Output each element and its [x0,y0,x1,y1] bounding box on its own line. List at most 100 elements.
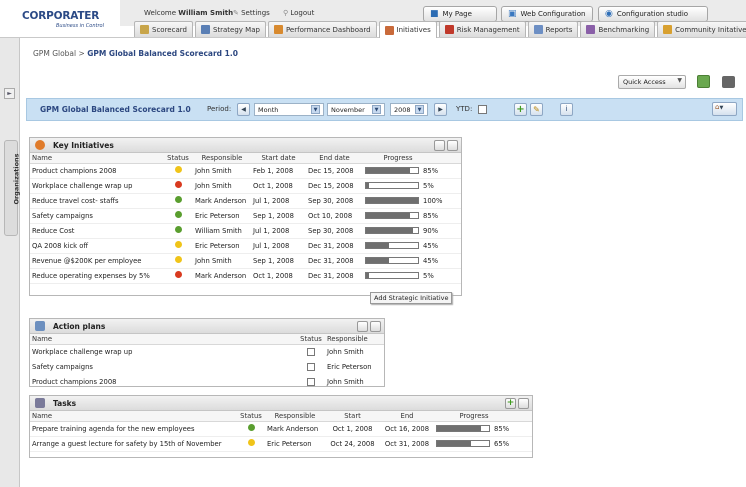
table-row[interactable]: Reduce Cost William Smith Jul 1, 2008 Sep 3… [30,223,461,239]
table-row[interactable]: Revenue @$200K per employee John Smith Sep… [30,253,461,269]
status-red-icon [174,271,182,278]
prev-period-button[interactable]: ◀ [237,103,250,116]
ytd-checkbox[interactable] [478,105,487,114]
progress-fill [366,228,413,233]
status-checkbox[interactable] [307,377,315,386]
excel-export-icon[interactable] [697,75,710,88]
tab-risk-management[interactable]: Risk Management [438,21,526,37]
edit-icon[interactable] [370,320,381,332]
status-cell [237,436,265,452]
print-icon[interactable] [722,76,735,88]
action-plan-name[interactable]: Safety campaigns [30,359,297,374]
initiative-name[interactable]: Product champions 2008 [30,163,163,179]
settings-link[interactable]: ✎ Settings [233,9,270,17]
initiative-name[interactable]: Workplace challenge wrap up [30,178,163,194]
table-row[interactable]: Safety campaigns Eric Peterson Sep 1, 2008… [30,208,461,224]
progress-cell: 5% [363,178,461,194]
table-row[interactable]: Workplace challenge wrap up John Smith [30,344,384,359]
status-cell [163,223,193,239]
period-select[interactable]: Month ▼ [254,103,324,116]
column-header: Progress [363,153,461,164]
progress-fill [366,183,369,188]
end-date-cell: Dec 31, 2008 [306,238,363,254]
progress-label: 90% [423,226,439,235]
chevron-down-icon: ▼ [311,105,320,114]
column-header: Status [237,411,265,422]
action-plan-name[interactable]: Product champions 2008 [30,374,297,389]
add-strategic-initiative-button[interactable]: Add Strategic Initiative [370,292,453,304]
tasks-icon [35,398,45,408]
edit-button[interactable]: ✎ [530,103,543,116]
tab-initiatives[interactable]: Initiatives [378,21,437,38]
tab-community-initatives[interactable]: Community Initatives [657,21,746,37]
add-button[interactable]: + [514,103,527,116]
progress-bar [365,167,419,174]
module-tabs: Scorecard Strategy Map Performance Dashb… [134,21,746,38]
table-row[interactable]: Safety campaigns Eric Peterson [30,359,384,374]
responsible-cell: John Smith [327,377,364,386]
scorecard-icon [140,25,149,34]
next-period-button[interactable]: ▶ [434,103,447,116]
tab-benchmarking[interactable]: Benchmarking [580,21,656,37]
chevron-down-icon: ▼ [372,105,381,114]
tab-performance-dashboard[interactable]: Performance Dashboard [267,21,377,37]
table-row[interactable]: Arrange a guest lecture for safety by 15… [30,436,532,452]
tab-scorecard[interactable]: Scorecard [134,21,193,37]
plus-icon: + [516,104,525,115]
settings-icon[interactable] [357,320,368,332]
progress-fill [366,243,390,248]
breadcrumb-root[interactable]: GPM Global [33,49,76,58]
status-green-icon [174,211,182,218]
web-configuration-button[interactable]: ▣ Web Configuration [501,6,593,22]
status-cell [297,359,325,374]
progress-label: 5% [423,181,434,190]
initiative-name[interactable]: QA 2008 kick off [30,238,163,254]
table-row[interactable]: Reduce operating expenses by 5% Mark Ande… [30,268,461,284]
table-row[interactable]: Workplace challenge wrap up John Smith Oct… [30,178,461,194]
tab-strategy-map[interactable]: Strategy Map [194,21,266,37]
month-select[interactable]: November ▼ [327,103,385,116]
edit-icon[interactable] [434,139,445,151]
status-checkbox[interactable] [307,362,315,371]
status-checkbox[interactable] [307,347,315,356]
minimize-icon[interactable] [447,139,458,151]
table-row[interactable]: Reduce travel cost- staffs Mark Anderson J… [30,193,461,209]
logo-tagline: Business in Control [56,23,104,29]
add-task-icon[interactable]: + [505,397,516,409]
edit-icon[interactable] [518,397,529,409]
action-plan-name[interactable]: Workplace challenge wrap up [30,344,297,359]
tab-reports[interactable]: Reports [527,21,579,37]
logout-link[interactable]: ⚲ Logout [283,9,314,17]
column-header: Status [163,153,193,164]
progress-cell: 90% [363,223,461,239]
initiative-name[interactable]: Reduce operating expenses by 5% [30,268,163,284]
benchmarking-icon [586,25,596,34]
task-name[interactable]: Arrange a guest lecture for safety by 15… [30,436,237,452]
table-row[interactable]: Product champions 2008 John Smith Feb 1, 2… [30,163,461,179]
my-page-button[interactable]: ■ My Page [423,6,497,22]
status-cell [163,268,193,284]
panel-header: Key Initiatives [30,138,461,153]
initiatives-icon [35,140,45,150]
progress-cell: 45% [363,238,461,254]
initiative-name[interactable]: Revenue @$200K per employee [30,253,163,269]
expand-sidebar-button[interactable]: ► [4,88,15,99]
status-yellow-icon [247,439,255,446]
progress-cell: 100% [363,193,461,209]
quick-access-select[interactable]: Quick Access ▼ [618,75,686,89]
initiative-name[interactable]: Safety campaigns [30,208,163,224]
table-row[interactable]: Prepare training agenda for the new empl… [30,421,532,437]
configuration-studio-button[interactable]: ◉ Configuration studio [598,6,708,22]
home-menu-button[interactable]: ⌂▼ [712,102,737,116]
responsible-cell: Eric Peterson [265,436,325,452]
info-button[interactable]: i [560,103,573,116]
table-row[interactable]: Product champions 2008 John Smith [30,374,384,389]
progress-bar [436,440,490,447]
task-name[interactable]: Prepare training agenda for the new empl… [30,421,237,437]
initiative-name[interactable]: Reduce Cost [30,223,163,239]
initiative-name[interactable]: Reduce travel cost- staffs [30,193,163,209]
status-cell [237,421,265,437]
year-select[interactable]: 2008 ▼ [390,103,428,116]
progress-bar [365,227,419,234]
table-row[interactable]: QA 2008 kick off Eric Peterson Jul 1, 2008… [30,238,461,254]
